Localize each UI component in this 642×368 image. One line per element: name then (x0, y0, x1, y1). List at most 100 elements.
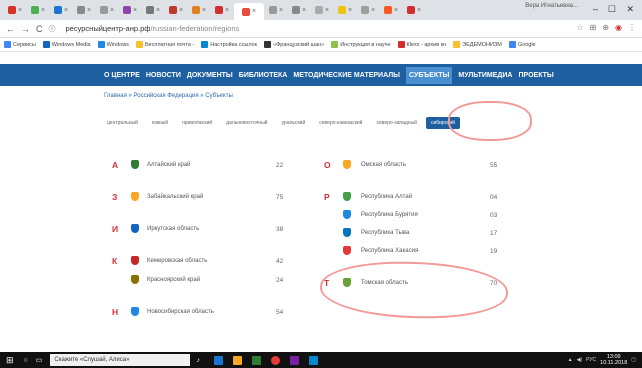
minimize-button[interactable]: – (593, 4, 598, 14)
bookmark-item[interactable]: «Французский шан» (264, 41, 324, 48)
maximize-button[interactable]: ☐ (608, 4, 616, 15)
district-tab[interactable]: северо-западный (371, 117, 422, 129)
browser-tab[interactable]: × (96, 3, 118, 17)
bookmark-item[interactable]: Windows (97, 41, 129, 48)
site-nav-item[interactable]: О ЦЕНТРЕ (104, 72, 140, 79)
task-view-icon[interactable]: ▭ (36, 356, 43, 364)
browser-tab[interactable]: × (357, 3, 379, 17)
district-tab[interactable]: дальневосточный (221, 117, 272, 129)
reload-icon[interactable]: C (36, 24, 43, 34)
bookmark-item[interactable]: Google (508, 41, 536, 48)
bookmark-item[interactable]: ЭЕДЕМОНИЗМ (453, 41, 502, 48)
region-link[interactable]: Республика Алтай (361, 194, 412, 200)
taskbar-search-input[interactable]: Скажите «Слушай, Алиса» (50, 354, 191, 366)
region-link[interactable]: Республика Хакасия (361, 248, 418, 254)
browser-tab[interactable]: × (50, 3, 72, 17)
region-link[interactable]: Забайкальский край (147, 194, 203, 200)
tab-close-icon[interactable]: × (202, 7, 206, 14)
bookmark-item[interactable]: Бесплатная почта - (135, 41, 194, 48)
breadcrumb[interactable]: Главная » Российская Федерация » Субъект… (104, 93, 233, 99)
site-nav-item[interactable]: МУЛЬТИМЕДИА (458, 72, 512, 79)
site-nav-item[interactable]: ПРОЕКТЫ (518, 72, 553, 79)
photo-app-icon[interactable] (308, 355, 318, 365)
region-emblem-icon[interactable] (343, 246, 351, 255)
region-emblem-icon[interactable] (131, 160, 139, 169)
bookmark-item[interactable]: Windows Media (42, 41, 91, 48)
browser-tab[interactable]: × (27, 3, 49, 17)
url-field[interactable]: ресурсныйцентр-анр.рф/russian-federation… (66, 24, 240, 33)
clock[interactable]: 13:09 10.11.2018 (600, 354, 627, 366)
tab-close-icon[interactable]: × (133, 7, 137, 14)
explorer-icon[interactable] (232, 355, 242, 365)
site-nav-item[interactable]: СУБЪЕКТЫ (406, 66, 453, 84)
extension-icon[interactable]: ⊞ (590, 23, 597, 32)
region-emblem-icon[interactable] (343, 228, 351, 237)
tab-close-icon[interactable]: × (325, 7, 329, 14)
taskbar-search-icon[interactable]: ○ (24, 357, 28, 364)
forward-icon[interactable]: → (21, 24, 30, 34)
bookmark-item[interactable]: Кleхх - архив кн (397, 41, 446, 48)
region-emblem-icon[interactable] (343, 160, 351, 169)
tab-close-icon[interactable]: × (348, 7, 352, 14)
region-link[interactable]: Алтайский край (147, 162, 191, 168)
bookmark-item[interactable]: Настройка ссылок (201, 41, 257, 48)
browser-tab[interactable]: × (265, 3, 287, 17)
network-icon[interactable]: ▲ (568, 357, 573, 363)
tab-close-icon[interactable]: × (179, 7, 183, 14)
browser-tab[interactable]: × (234, 3, 264, 20)
back-icon[interactable]: ← (6, 24, 15, 34)
district-tab[interactable]: южный (147, 117, 173, 129)
region-emblem-icon[interactable] (131, 275, 139, 284)
region-link[interactable]: Красноярский край (147, 277, 200, 283)
region-link[interactable]: Республика Бурятия (361, 212, 418, 218)
region-emblem-icon[interactable] (131, 256, 139, 265)
region-emblem-icon[interactable] (343, 210, 351, 219)
tab-close-icon[interactable]: × (279, 7, 283, 14)
store-icon[interactable] (251, 355, 261, 365)
browser-tab[interactable]: × (165, 3, 187, 17)
district-tab[interactable]: северо-кавказский (314, 117, 367, 129)
browser-tab[interactable]: × (311, 3, 333, 17)
district-tab[interactable]: уральский (276, 117, 310, 129)
windows-start-icon[interactable]: ⊞ (6, 355, 14, 366)
region-emblem-icon[interactable] (131, 192, 139, 201)
region-link[interactable]: Новосибирская область (147, 309, 214, 315)
tab-close-icon[interactable]: × (156, 7, 160, 14)
district-tab[interactable]: приволжский (177, 117, 217, 129)
browser-tab[interactable]: × (211, 3, 233, 17)
region-emblem-icon[interactable] (131, 307, 139, 316)
bookmark-item[interactable]: Инструкция в научн (331, 41, 391, 48)
microphone-icon[interactable]: ♪ (196, 357, 200, 364)
site-nav-item[interactable]: БИБЛИОТЕКА (239, 72, 288, 79)
site-nav-item[interactable]: МЕТОДИЧЕСКИЕ МАТЕРИАЛЫ (293, 72, 400, 79)
browser-tab[interactable]: × (142, 3, 164, 17)
notifications-icon[interactable]: ▢ (631, 357, 636, 363)
browser-tab[interactable]: × (288, 3, 310, 17)
tab-close-icon[interactable]: × (87, 7, 91, 14)
browser-tab[interactable]: × (4, 3, 26, 17)
tab-close-icon[interactable]: × (64, 7, 68, 14)
region-emblem-icon[interactable] (131, 224, 139, 233)
tab-close-icon[interactable]: × (371, 7, 375, 14)
tab-close-icon[interactable]: × (302, 7, 306, 14)
star-icon[interactable]: ☆ (576, 23, 583, 32)
region-emblem-icon[interactable] (343, 192, 351, 201)
tab-close-icon[interactable]: × (110, 7, 114, 14)
app-icon[interactable] (289, 355, 299, 365)
region-link[interactable]: Омская область (361, 162, 406, 168)
browser-tab[interactable]: × (403, 3, 425, 17)
region-link[interactable]: Кемеровская область (147, 258, 207, 264)
region-link[interactable]: Иркутская область (147, 226, 199, 232)
browser-tab[interactable]: × (73, 3, 95, 17)
edge-icon[interactable] (213, 355, 223, 365)
volume-icon[interactable]: ◀) (577, 357, 583, 363)
tab-close-icon[interactable]: × (225, 7, 229, 14)
region-link[interactable]: Республика Тыва (361, 230, 409, 236)
tab-close-icon[interactable]: × (41, 7, 45, 14)
language-indicator[interactable]: РУС (586, 357, 596, 363)
browser-tab[interactable]: × (334, 3, 356, 17)
browser-tab[interactable]: × (119, 3, 141, 17)
district-tab[interactable]: центральный (102, 117, 143, 129)
cart-icon[interactable]: ⊕ (602, 23, 609, 32)
menu-icon[interactable]: ⋮ (628, 23, 636, 32)
